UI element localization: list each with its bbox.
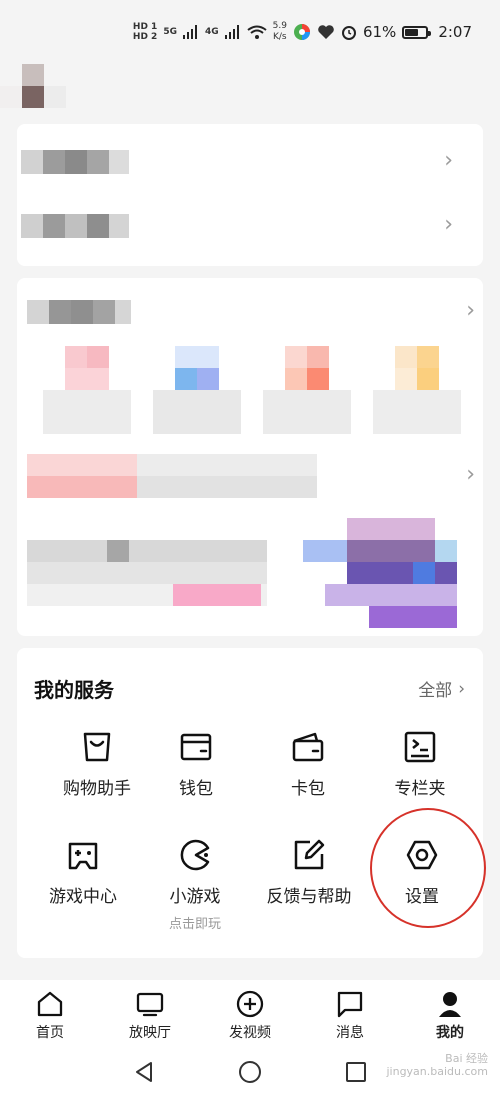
add-circle-icon	[236, 990, 264, 1018]
back-icon[interactable]	[132, 1060, 156, 1084]
sim-indicators: HD 1 HD 2	[133, 22, 157, 42]
nav-home[interactable]: 首页	[0, 980, 100, 1046]
wallet-icon	[180, 733, 212, 761]
chevron-right-icon: ›	[444, 212, 453, 237]
chevron-right-icon: ›	[466, 298, 475, 323]
network-speed: 5.9 K/s	[273, 21, 287, 43]
watermark-line2: jingyan.baidu.com	[386, 1065, 488, 1078]
column-folder-icon	[404, 731, 436, 763]
app-notification-icon	[293, 24, 310, 40]
pacman-icon	[180, 839, 210, 871]
watermark-line1: Bai 经验	[445, 1052, 488, 1065]
gamepad-icon	[68, 842, 98, 870]
chevron-right-icon: ›	[444, 148, 453, 173]
service-label: 反馈与帮助	[266, 887, 352, 907]
service-label: 游戏中心	[49, 887, 117, 907]
tv-icon	[136, 992, 164, 1017]
nav-screening-hall[interactable]: 放映厅	[100, 980, 200, 1046]
wifi-icon	[247, 25, 267, 39]
battery-icon	[402, 25, 432, 39]
service-label: 小游戏	[169, 887, 221, 907]
order-tile-2[interactable]	[153, 346, 241, 434]
profile-icon	[439, 992, 461, 1017]
order-tile-4[interactable]	[373, 346, 461, 434]
clock: 2:07	[438, 23, 472, 41]
service-card-wallet[interactable]: 卡包	[250, 730, 366, 799]
service-sublabel: 点击即玩	[168, 917, 221, 932]
promo-banner[interactable]	[17, 518, 483, 628]
card-wallet-icon	[292, 732, 324, 762]
service-label: 卡包	[291, 779, 325, 799]
avatar[interactable]	[0, 64, 66, 110]
service-feedback-help[interactable]: 反馈与帮助	[251, 838, 367, 907]
orders-header-row[interactable]: ›	[17, 300, 477, 330]
services-all-link[interactable]: 全部 ›	[418, 676, 465, 702]
signal-icon	[182, 25, 197, 39]
home-circle-icon[interactable]	[238, 1060, 262, 1084]
network-type-1: 5G	[163, 27, 177, 37]
status-bar: HD 1 HD 2 5G 4G 5.9 K/s 61% 2:07	[0, 0, 500, 64]
nav-messages[interactable]: 消息	[300, 980, 400, 1046]
speed-value: 5.9	[272, 21, 287, 31]
message-icon	[337, 991, 363, 1018]
nav-label: 首页	[36, 1025, 64, 1041]
service-label: 专栏夹	[394, 779, 446, 799]
service-wallet[interactable]: 钱包	[138, 730, 254, 799]
bottom-navigation: 首页 放映厅 发视频 消息 我的	[0, 980, 500, 1046]
speed-unit: K/s	[272, 32, 287, 42]
service-label: 钱包	[179, 779, 213, 799]
service-column-folder[interactable]: 专栏夹	[362, 730, 478, 799]
nav-profile[interactable]: 我的	[400, 980, 500, 1046]
service-mini-games[interactable]: 小游戏 点击即玩	[137, 838, 253, 932]
chevron-right-icon: ›	[466, 462, 475, 487]
signal-icon	[224, 25, 239, 39]
orders-card: › ›	[17, 278, 483, 636]
annotation-circle	[370, 808, 486, 928]
nav-label: 发视频	[229, 1025, 271, 1041]
services-title: 我的服务	[34, 678, 114, 702]
order-tile-1[interactable]	[43, 346, 131, 434]
nav-post-video[interactable]: 发视频	[200, 980, 300, 1046]
services-all-label: 全部	[418, 681, 453, 701]
account-card: › ›	[17, 124, 483, 266]
home-icon	[37, 991, 63, 1017]
heart-icon	[318, 25, 334, 39]
chevron-right-icon: ›	[458, 678, 465, 699]
nav-label: 我的	[436, 1025, 464, 1041]
hd1-indicator: HD 1	[132, 22, 158, 32]
alarm-icon	[341, 26, 356, 40]
account-row-1[interactable]: ›	[17, 150, 457, 180]
nav-label: 消息	[336, 1025, 364, 1041]
network-type-2: 4G	[204, 27, 219, 37]
nav-label: 放映厅	[129, 1025, 171, 1041]
recents-icon[interactable]	[344, 1060, 368, 1084]
shopping-bag-icon	[83, 732, 111, 762]
account-row-2[interactable]: ›	[17, 214, 457, 244]
promo-row[interactable]: ›	[17, 454, 477, 498]
edit-feedback-icon	[294, 839, 325, 870]
order-tile-3[interactable]	[263, 346, 351, 434]
watermark: Bai 经验 jingyan.baidu.com	[386, 1052, 488, 1078]
hd2-indicator: HD 2	[132, 32, 158, 42]
battery-percent: 61%	[362, 23, 397, 41]
service-game-center[interactable]: 游戏中心	[25, 838, 141, 907]
